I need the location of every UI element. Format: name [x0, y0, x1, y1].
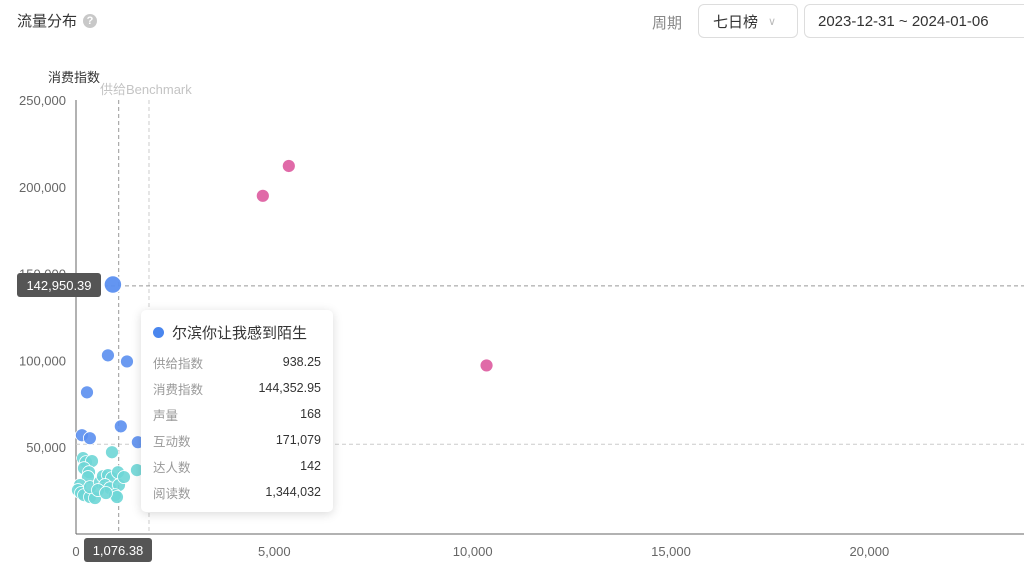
tooltip-key: 声量	[153, 408, 179, 423]
tooltip-row: 消费指数 144,352.95	[153, 375, 321, 401]
tooltip-key: 消费指数	[153, 382, 204, 397]
data-point	[255, 188, 270, 203]
x-tick-label: 20,000	[849, 544, 889, 559]
x-tick-label: 5,000	[258, 544, 291, 559]
tooltip-key: 阅读数	[153, 486, 191, 501]
y-axis-title: 消费指数	[48, 70, 100, 85]
data-point	[113, 419, 128, 434]
data-point	[80, 385, 94, 400]
y-tick-label: 250,000	[19, 93, 66, 108]
tooltip-value: 938.25	[282, 355, 321, 369]
data-point	[479, 358, 494, 373]
data-point	[82, 431, 97, 446]
tooltip-row: 阅读数 1,344,032	[153, 479, 321, 505]
y-crosshair-label: 142,950.39	[26, 278, 91, 293]
tooltip-value: 144,352.95	[258, 381, 321, 395]
tooltip-key: 供给指数	[153, 356, 204, 371]
y-tick-label: 200,000	[19, 180, 66, 195]
x-tick-label: 10,000	[453, 544, 493, 559]
tooltip-value: 168	[300, 407, 321, 421]
data-point	[117, 470, 131, 484]
tooltip-key: 达人数	[153, 460, 191, 475]
data-point	[99, 486, 113, 500]
x-crosshair-label: 1,076.38	[93, 543, 144, 558]
tooltip-title: 尔滨你让我感到陌生	[172, 325, 308, 342]
series-dot-icon	[153, 327, 164, 338]
tooltip-value: 142	[300, 459, 321, 473]
x-tick-label: 15,000	[651, 544, 691, 559]
highlighted-point	[103, 274, 123, 295]
tooltip-row: 供给指数 938.25	[153, 349, 321, 375]
tooltip: 尔滨你让我感到陌生 供给指数 938.25 消费指数 144,352.95 声量 168 互…	[141, 310, 333, 512]
y-tick-label: 50,000	[26, 440, 66, 455]
data-point	[281, 159, 296, 173]
x-tick-label: 0	[72, 544, 79, 559]
y-tick-label: 100,000	[19, 353, 66, 368]
tooltip-value: 171,079	[275, 433, 321, 447]
tooltip-row: 声量 168	[153, 401, 321, 427]
tooltip-row: 互动数 171,079	[153, 427, 321, 453]
data-point	[105, 445, 119, 460]
data-point	[101, 348, 115, 363]
data-point	[120, 354, 134, 369]
tooltip-key: 互动数	[153, 434, 191, 449]
tooltip-value: 1,344,032	[265, 485, 321, 499]
supply-benchmark-label: 供给Benchmark	[100, 82, 192, 97]
tooltip-row: 达人数 142	[153, 453, 321, 479]
